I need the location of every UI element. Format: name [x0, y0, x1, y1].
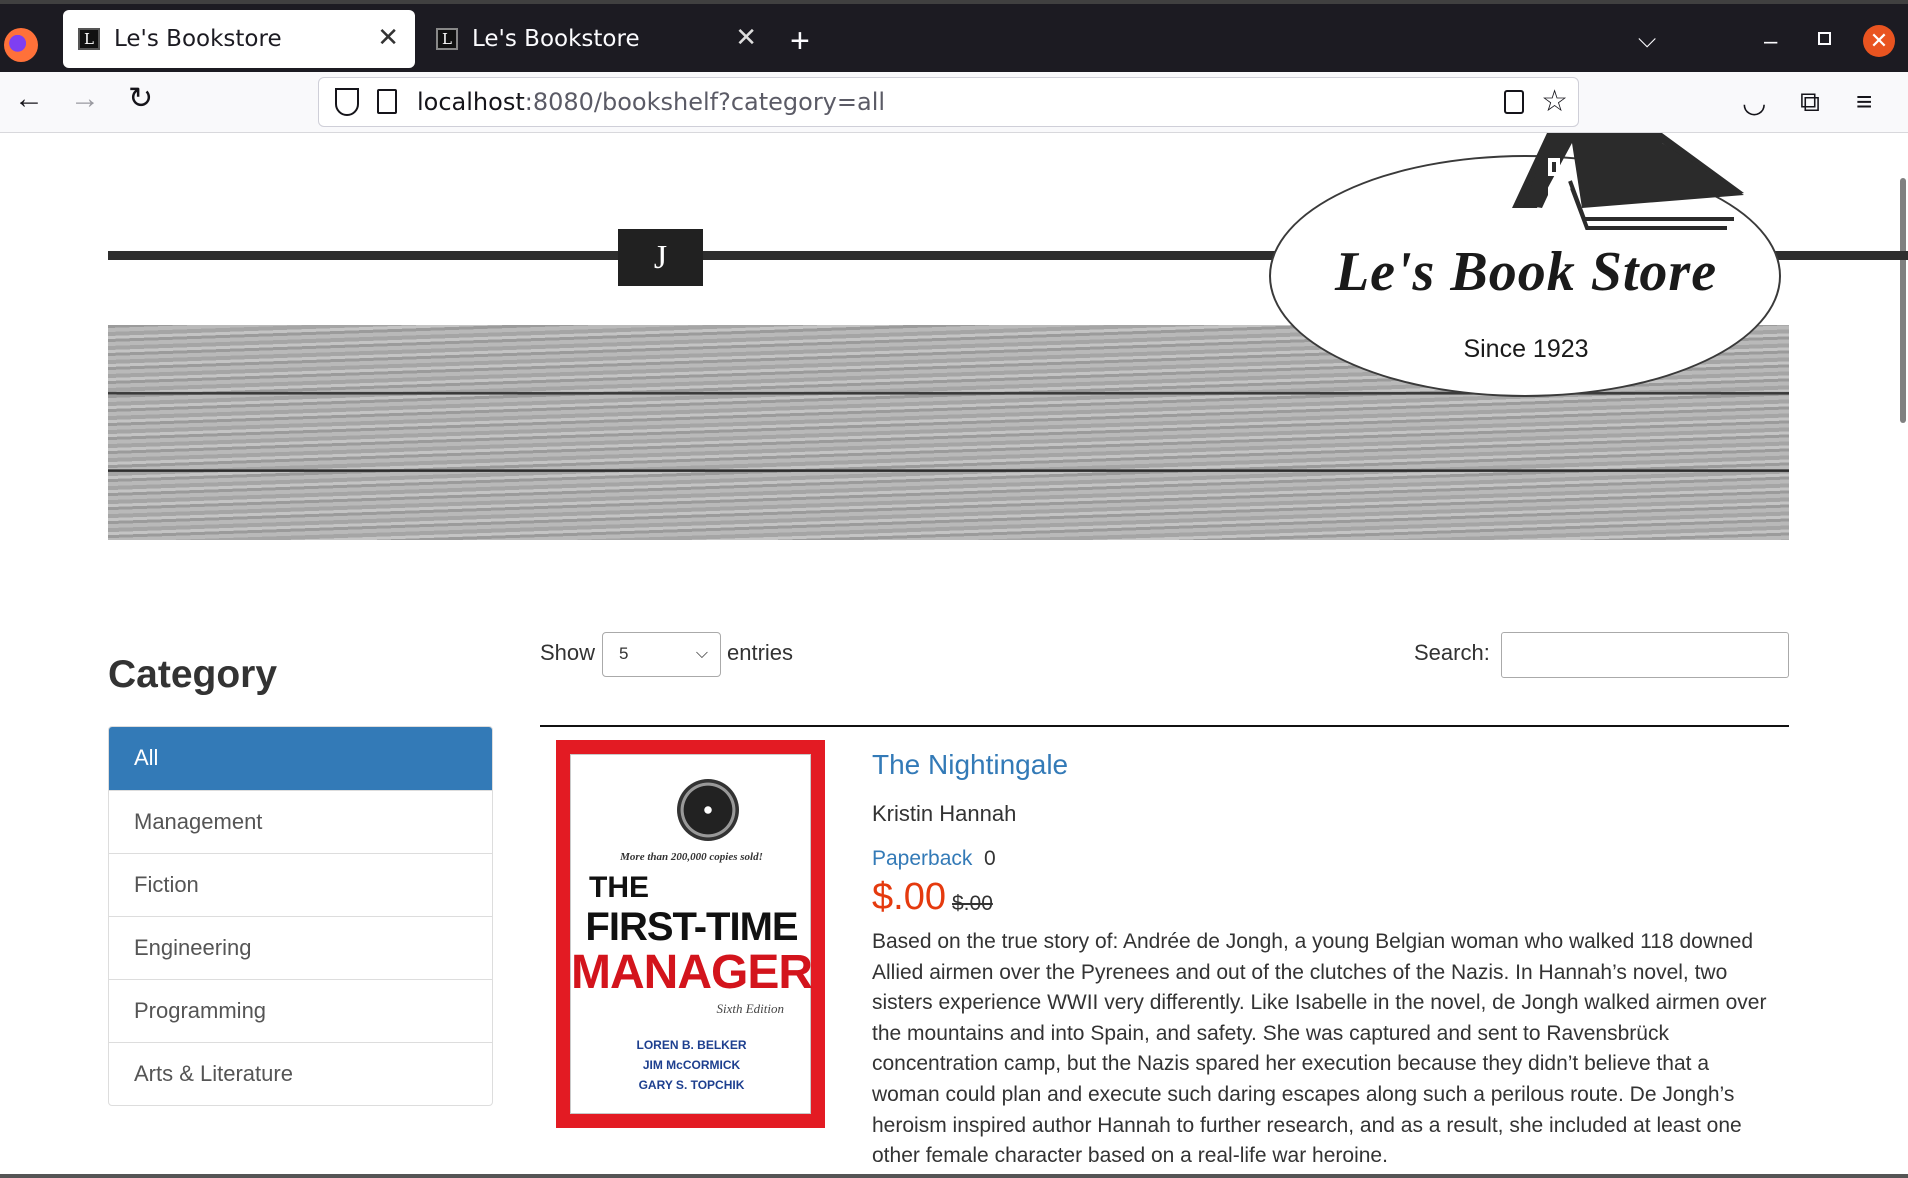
book-format-link[interactable]: Paperback: [872, 847, 972, 871]
category-item-arts-literature[interactable]: Arts & Literature: [109, 1042, 492, 1105]
search-label: Search:: [1414, 640, 1490, 665]
category-item-all[interactable]: All: [109, 727, 492, 790]
close-tab-icon[interactable]: ✕: [377, 24, 399, 52]
tab-title: Le's Bookstore: [114, 26, 282, 52]
window-restore-icon[interactable]: [1818, 32, 1831, 45]
book-stock: 0: [984, 847, 996, 870]
cover-edition: Sixth Edition: [716, 1001, 784, 1016]
window-close-icon[interactable]: ✕: [1863, 25, 1895, 57]
cover-authors: LOREN B. BELKER JIM McCORMICK GARY S. TO…: [571, 1035, 812, 1095]
category-item-programming[interactable]: Programming: [109, 979, 492, 1042]
url-text[interactable]: localhost:8080/bookshelf?category=all: [417, 88, 885, 116]
tab-inactive[interactable]: L Le's Bookstore ✕: [421, 10, 773, 68]
entries-select-value: 5: [619, 644, 629, 663]
category-list: All Management Fiction Engineering Progr…: [108, 726, 493, 1106]
pocket-icon[interactable]: ◡: [1742, 86, 1766, 119]
hamburger-menu-icon[interactable]: ≡: [1856, 86, 1872, 118]
table-header-rule: [540, 725, 1789, 727]
book-cover-image[interactable]: More than 200,000 copies sold! THE FIRST…: [556, 740, 825, 1128]
category-item-fiction[interactable]: Fiction: [109, 853, 492, 916]
cover-author-2: JIM McCORMICK: [642, 1058, 741, 1072]
window-minimize-icon[interactable]: –: [1764, 28, 1777, 56]
book-author: Kristin Hannah: [872, 801, 1017, 826]
close-tab-icon[interactable]: ✕: [735, 24, 757, 52]
extensions-puzzle-icon[interactable]: ⧉: [1800, 86, 1820, 119]
firefox-logo-icon[interactable]: [4, 28, 38, 62]
logo-since: Since 1923: [1463, 335, 1589, 363]
reader-view-icon[interactable]: [1504, 90, 1524, 114]
tab-title: Le's Bookstore: [472, 26, 640, 52]
compass-icon: [677, 779, 739, 841]
navigation-toolbar: ← → ↻ localhost:8080/bookshelf?category=…: [0, 72, 1908, 133]
back-arrow-icon[interactable]: ←: [14, 84, 44, 114]
tracking-shield-icon[interactable]: [335, 88, 359, 116]
book-price: $.00: [872, 876, 946, 918]
favicon-icon: L: [78, 28, 100, 50]
search-input[interactable]: [1501, 632, 1789, 678]
favicon-icon: L: [436, 28, 458, 50]
tab-list-chevron-icon[interactable]: ⌵: [1638, 26, 1656, 54]
page-info-icon[interactable]: [377, 89, 397, 114]
browser-chrome: L Le's Bookstore ✕ L Le's Bookstore ✕ + …: [0, 0, 1908, 133]
book-old-price: $.00: [952, 892, 993, 915]
book-cover-inner: More than 200,000 copies sold! THE FIRST…: [570, 754, 813, 1114]
reload-icon[interactable]: ↻: [128, 84, 153, 114]
logo-title: Le's Book Store: [1334, 241, 1718, 303]
house-logo-icon: [1512, 133, 1744, 230]
forward-arrow-icon[interactable]: →: [70, 84, 100, 114]
new-tab-icon[interactable]: +: [790, 24, 810, 58]
cover-author-3: GARY S. TOPCHIK: [638, 1078, 745, 1092]
url-bar[interactable]: localhost:8080/bookshelf?category=all ☆: [318, 77, 1579, 127]
book-title-link[interactable]: The Nightingale: [872, 749, 1068, 781]
category-heading: Category: [108, 653, 278, 696]
category-item-management[interactable]: Management: [109, 790, 492, 853]
category-item-engineering[interactable]: Engineering: [109, 916, 492, 979]
window-bottom-edge: [0, 1174, 1908, 1178]
nav-j-box[interactable]: J: [618, 229, 703, 286]
cover-first-time: FIRST-TIME: [585, 905, 798, 949]
show-label: Show: [540, 640, 596, 665]
cover-author-1: LOREN B. BELKER: [636, 1038, 747, 1052]
chevron-down-icon: ⌵: [695, 645, 708, 662]
bookmark-star-icon[interactable]: ☆: [1541, 84, 1568, 119]
cover-manager: MANAGER: [571, 946, 813, 999]
cover-tagline: More than 200,000 copies sold!: [620, 851, 763, 863]
cover-the: THE: [589, 871, 649, 904]
entries-select[interactable]: 5 ⌵: [602, 632, 721, 677]
book-description: Based on the true story of: Andrée de Jo…: [872, 930, 1767, 1168]
page-scrollbar[interactable]: [1900, 178, 1906, 423]
entries-label: entries: [727, 640, 794, 665]
tab-active[interactable]: L Le's Bookstore ✕: [63, 10, 415, 68]
tab-bar: L Le's Bookstore ✕ L Le's Bookstore ✕ + …: [0, 0, 1908, 72]
